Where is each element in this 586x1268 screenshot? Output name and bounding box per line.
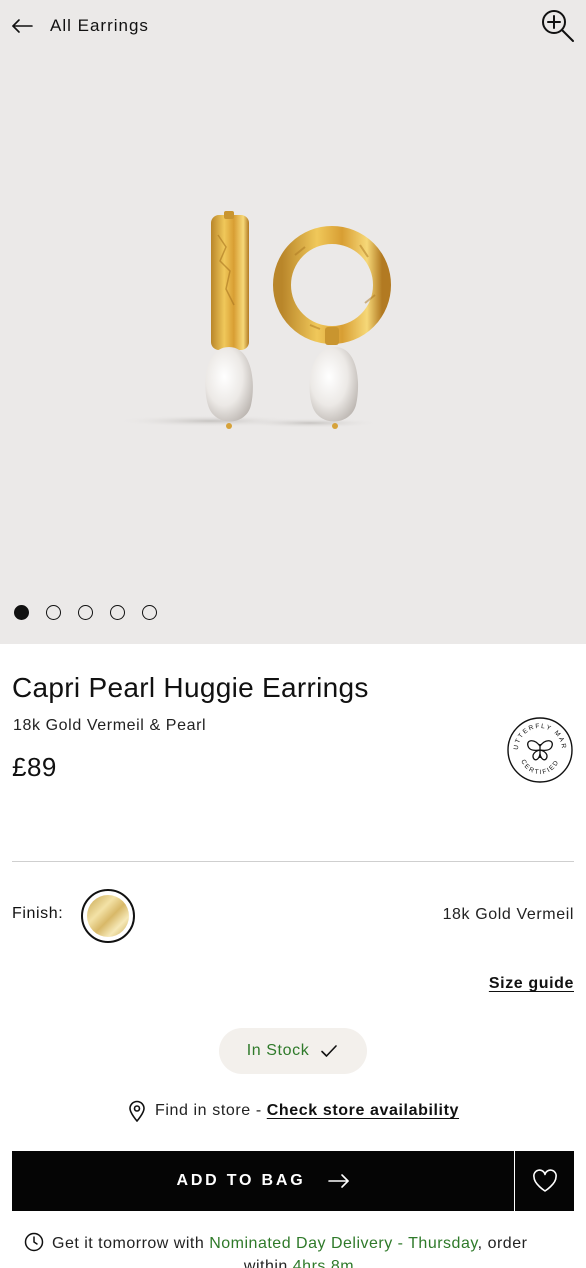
delivery-suffix: , order <box>477 1235 528 1252</box>
top-bar: All Earrings <box>0 0 586 54</box>
product-price: £89 <box>12 752 57 782</box>
finish-selected-value: 18k Gold Vermeil <box>442 906 574 923</box>
product-material: 18k Gold Vermeil & Pearl <box>13 717 207 734</box>
finish-swatch-gold[interactable] <box>81 889 135 943</box>
size-guide-link[interactable]: Size guide <box>489 975 574 993</box>
delivery-countdown: 4hrs 8m <box>292 1258 355 1268</box>
gallery-dot-3[interactable] <box>78 605 93 620</box>
arrow-left-icon <box>12 19 33 33</box>
zoom-in-icon[interactable] <box>540 8 576 44</box>
delivery-highlight: Nominated Day Delivery - Thursday <box>209 1235 478 1252</box>
checkmark-icon <box>321 1045 338 1057</box>
product-title: Capri Pearl Huggie Earrings <box>12 672 369 703</box>
location-pin-icon <box>129 1100 145 1122</box>
check-store-availability-link[interactable]: Check store availability <box>267 1102 459 1120</box>
find-in-store-text: Find in store - <box>154 1102 262 1119</box>
gallery-dot-5[interactable] <box>142 605 157 620</box>
add-to-bag-label: ADD TO BAG <box>176 1172 306 1189</box>
delivery-prefix: Get it tomorrow with <box>52 1235 205 1252</box>
stock-status-text: In Stock <box>246 1042 310 1059</box>
gallery-pagination <box>14 605 157 620</box>
add-to-bag-button[interactable]: ADD TO BAG <box>12 1151 514 1211</box>
butterfly-mark-badge: BUTTERFLY MARK CERTIFIED <box>506 716 573 783</box>
find-in-store-row: Find in store - Check store availability <box>0 1100 586 1122</box>
arrow-right-icon <box>327 1174 349 1188</box>
heart-icon <box>532 1169 557 1192</box>
delivery-line2-prefix: within <box>243 1258 288 1268</box>
product-image <box>115 211 391 429</box>
delivery-line-2: within 4hrs 8m <box>24 1255 574 1268</box>
gallery-dot-2[interactable] <box>46 605 61 620</box>
back-button[interactable]: All Earrings <box>10 12 149 40</box>
stock-status-badge: In Stock <box>219 1028 367 1074</box>
clock-icon <box>24 1232 44 1252</box>
gold-swatch-fill <box>87 895 129 937</box>
wishlist-button[interactable] <box>515 1151 574 1211</box>
section-divider <box>12 861 574 862</box>
product-gallery[interactable]: All Earrings <box>0 0 586 644</box>
gallery-dot-4[interactable] <box>110 605 125 620</box>
gallery-dot-1[interactable] <box>14 605 29 620</box>
back-label: All Earrings <box>50 16 149 35</box>
finish-label: Finish: <box>12 905 64 922</box>
delivery-info: Get it tomorrow with Nominated Day Deliv… <box>24 1232 574 1268</box>
